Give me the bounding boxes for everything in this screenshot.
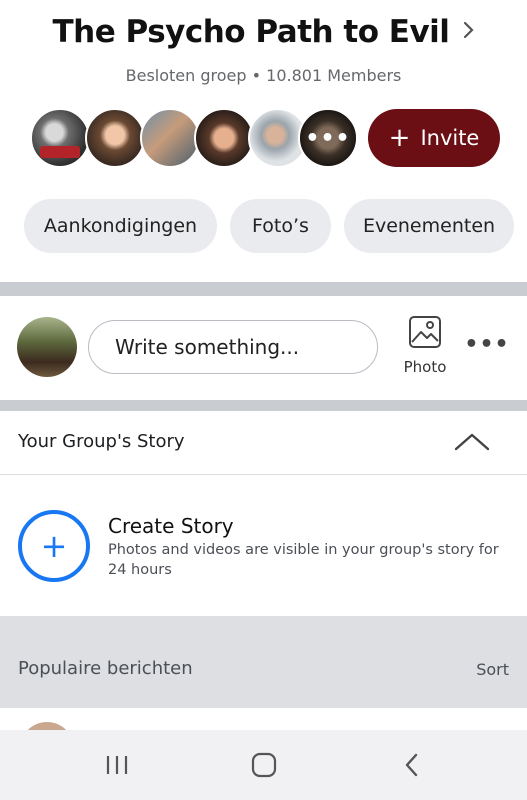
group-story-header[interactable]: Your Group's Story	[0, 411, 527, 475]
user-avatar[interactable]	[17, 317, 77, 377]
post-author-avatar[interactable]	[20, 722, 74, 730]
home-icon[interactable]	[244, 748, 284, 782]
group-title[interactable]: The Psycho Path to Evil	[52, 14, 449, 50]
post-preview	[0, 708, 527, 730]
plus-icon: +	[388, 123, 411, 153]
popular-posts-title: Populaire berichten	[18, 658, 193, 679]
group-title-row[interactable]: The Psycho Path to Evil	[0, 14, 527, 50]
plus-icon[interactable]: +	[18, 510, 90, 582]
section-divider	[0, 282, 527, 296]
member-avatar[interactable]: •••	[298, 108, 358, 168]
photo-button[interactable]: Photo	[398, 314, 452, 376]
tab-events[interactable]: Evenementen	[344, 199, 514, 253]
group-subtitle: Besloten groep • 10.801 Members	[125, 66, 402, 85]
more-members-indicator[interactable]: •••	[300, 110, 356, 166]
invite-label: Invite	[420, 126, 480, 150]
invite-button[interactable]: + Invite	[368, 109, 500, 167]
group-header: The Psycho Path to Evil Besloten groep •…	[0, 0, 527, 280]
popular-posts-header: Populaire berichten Sort	[0, 616, 527, 708]
story-section-title: Your Group's Story	[18, 431, 185, 452]
create-story-description: Photos and videos are visible in your gr…	[108, 542, 499, 578]
chevron-up-icon[interactable]	[452, 427, 492, 457]
more-icon[interactable]: •••	[464, 332, 508, 357]
system-nav-bar	[0, 730, 527, 800]
member-avatar[interactable]	[140, 108, 200, 168]
create-story-row[interactable]: + Create Story Photos and videos are vis…	[0, 476, 527, 616]
tab-announcements[interactable]: Aankondigingen	[24, 199, 217, 253]
photo-icon	[407, 314, 443, 354]
write-something-input[interactable]: Write something...	[88, 320, 378, 374]
back-icon[interactable]	[392, 748, 432, 782]
member-avatar[interactable]	[30, 108, 90, 168]
member-avatar[interactable]	[194, 108, 254, 168]
create-story-title[interactable]: Create Story	[108, 514, 234, 538]
member-avatars[interactable]: ••• + Invite	[30, 108, 510, 168]
post-composer: Write something... Photo •••	[0, 296, 527, 400]
tab-photos[interactable]: Foto’s	[230, 199, 331, 253]
member-avatar[interactable]	[85, 108, 145, 168]
sort-button[interactable]: Sort	[476, 660, 509, 679]
section-divider	[0, 400, 527, 411]
group-tabs: Aankondigingen Foto’s Evenementen	[24, 199, 527, 253]
chevron-right-icon[interactable]	[463, 20, 475, 45]
recents-icon[interactable]	[97, 748, 137, 782]
photo-label: Photo	[403, 358, 447, 376]
